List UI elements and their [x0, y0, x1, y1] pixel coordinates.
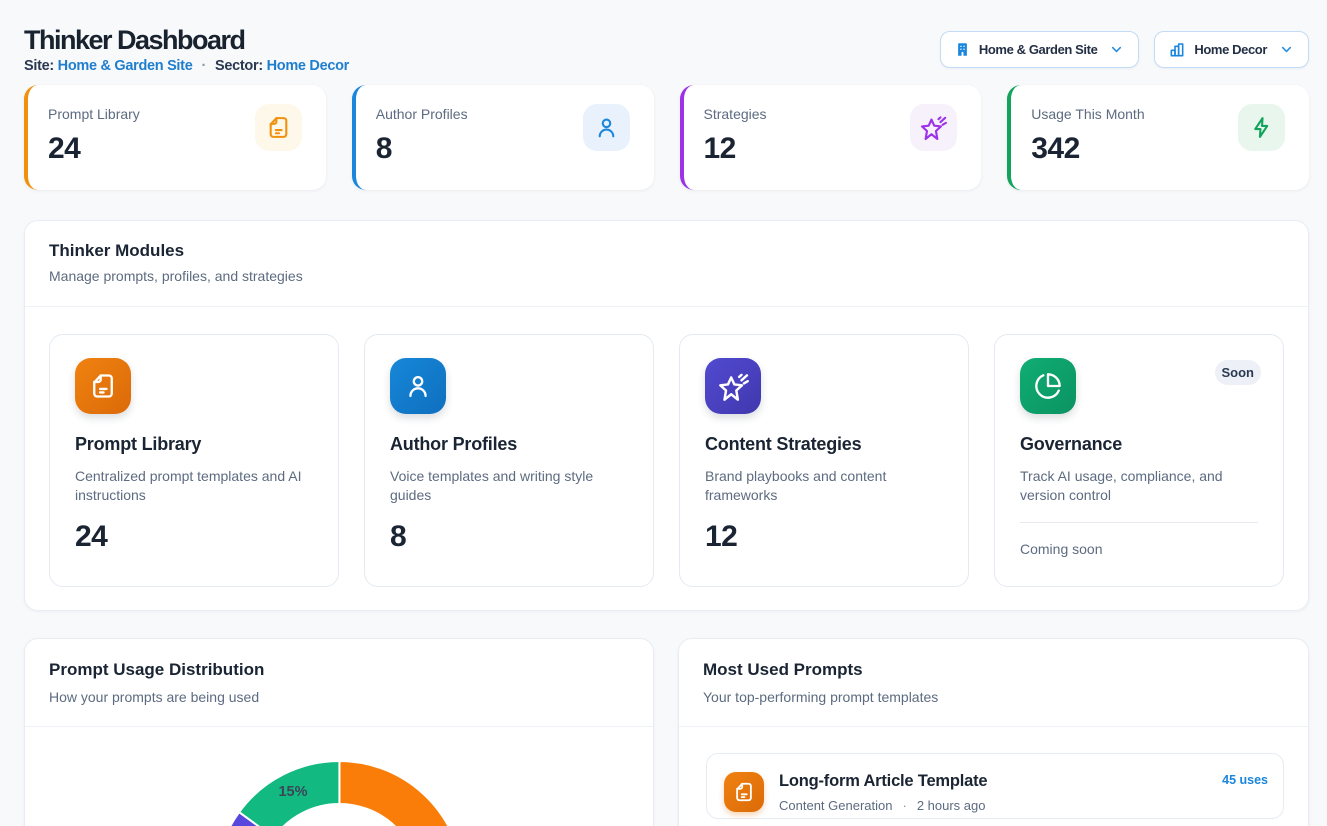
- svg-text:15%: 15%: [278, 784, 307, 800]
